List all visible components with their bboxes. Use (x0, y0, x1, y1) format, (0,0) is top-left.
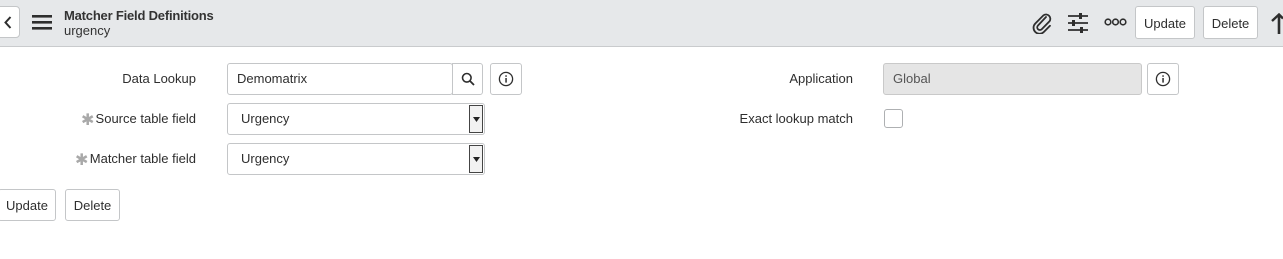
sliders-icon[interactable] (1067, 12, 1089, 34)
back-button[interactable] (0, 6, 20, 38)
data-lookup-input[interactable]: Demomatrix (227, 63, 453, 95)
page-title: Matcher Field Definitions (64, 8, 214, 23)
info-icon (1155, 71, 1171, 87)
header-delete-button[interactable]: Delete (1203, 6, 1258, 39)
source-table-field-value: Urgency (241, 111, 290, 126)
chevron-down-icon (473, 117, 480, 122)
header-update-button[interactable]: Update (1135, 6, 1195, 39)
chevron-down-icon (473, 157, 480, 162)
record-name: urgency (64, 23, 111, 38)
exact-lookup-match-label: Exact lookup match (739, 111, 853, 126)
data-lookup-label: Data Lookup (122, 71, 196, 86)
hamburger-menu-icon[interactable] (32, 14, 52, 30)
application-info-button[interactable] (1147, 63, 1179, 95)
matcher-table-field-value: Urgency (241, 151, 290, 166)
source-select-arrow[interactable] (469, 105, 483, 133)
matcher-select-arrow[interactable] (469, 145, 483, 173)
source-table-field-select[interactable]: Urgency (227, 103, 485, 135)
update-button[interactable]: Update (0, 189, 56, 221)
application-label: Application (789, 71, 853, 86)
application-field: Global (883, 63, 1142, 95)
data-lookup-info-button[interactable] (490, 63, 522, 95)
source-table-field-label: Source table field (95, 111, 196, 126)
paperclip-icon[interactable] (1031, 12, 1053, 34)
mandatory-indicator: ✱ (81, 112, 95, 129)
matcher-table-field-select[interactable]: Urgency (227, 143, 485, 175)
exact-lookup-match-checkbox[interactable] (884, 109, 903, 128)
mandatory-indicator: ✱ (75, 152, 89, 169)
form-header: Matcher Field Definitions urgency Update… (0, 0, 1283, 47)
delete-button[interactable]: Delete (65, 189, 120, 221)
arrow-up-icon[interactable] (1270, 13, 1283, 35)
search-icon (461, 72, 475, 86)
info-icon (498, 71, 514, 87)
back-icon (4, 16, 12, 29)
matcher-table-field-label: Matcher table field (89, 151, 196, 166)
lookup-search-button[interactable] (452, 63, 483, 95)
more-options-icon[interactable] (1104, 17, 1127, 27)
